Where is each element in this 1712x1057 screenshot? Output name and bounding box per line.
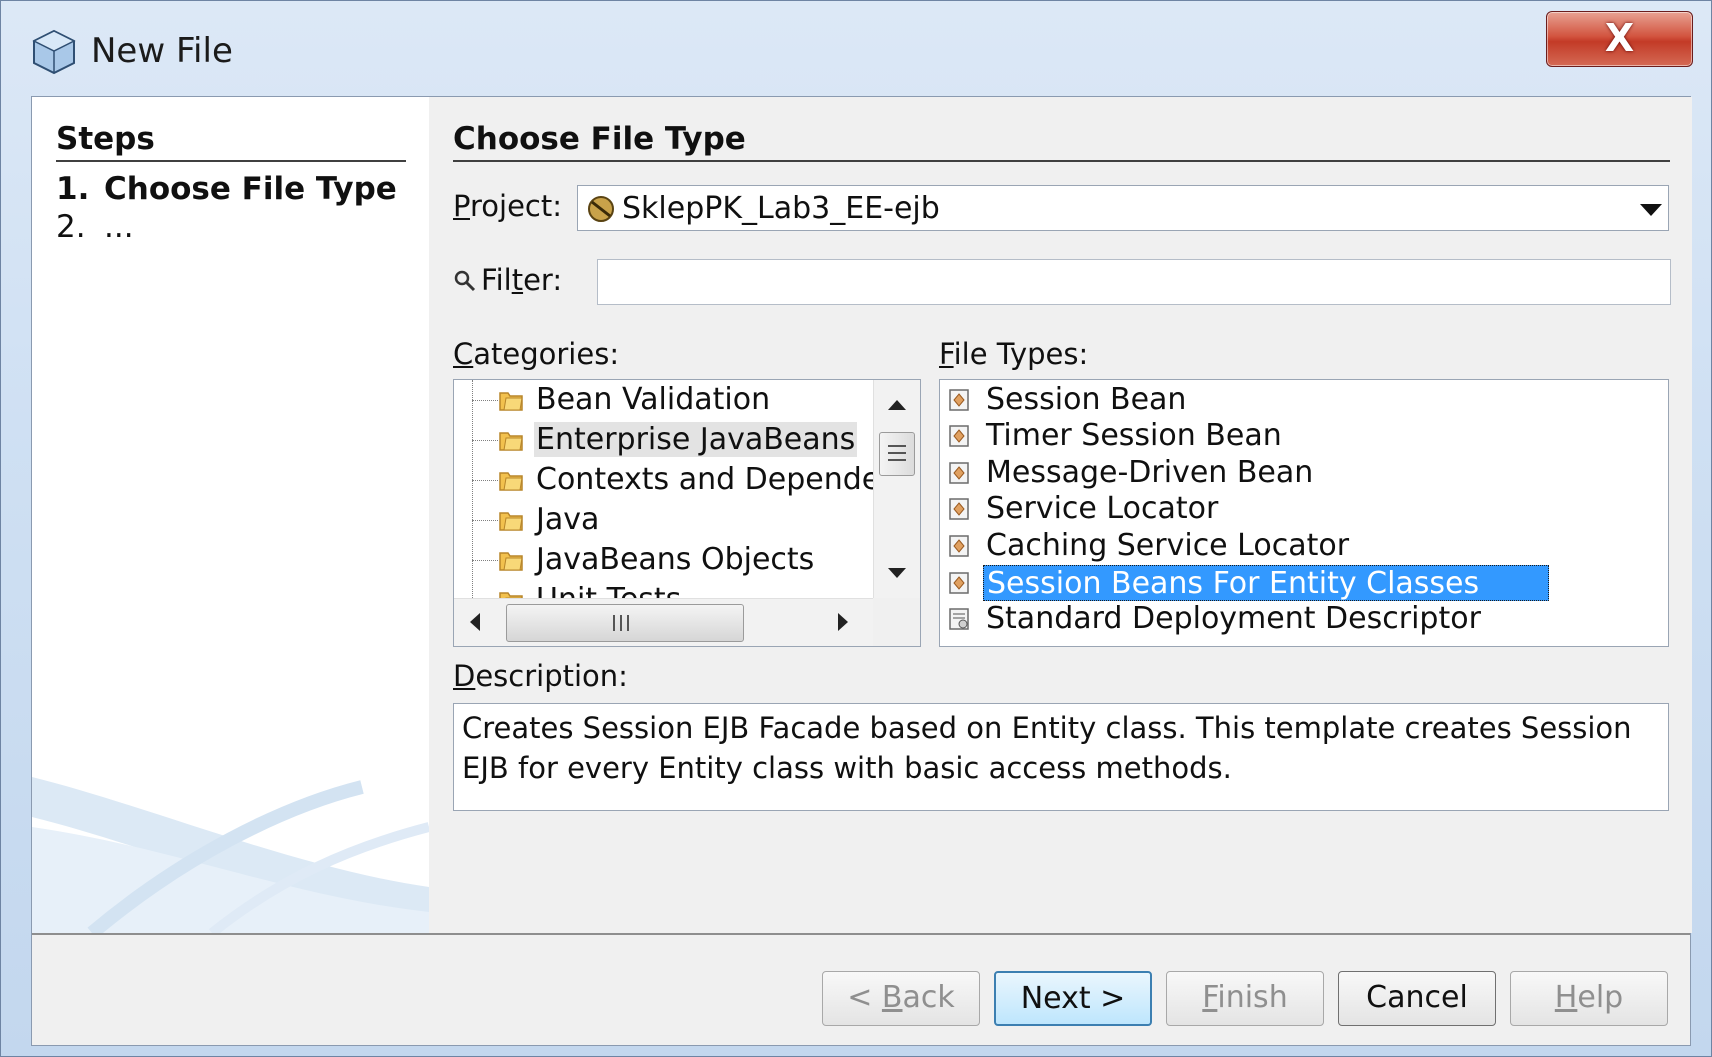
filter-label: Filter: (481, 263, 563, 297)
window-title: New File (91, 31, 233, 71)
folder-icon (499, 512, 523, 531)
step-2: 2.... (56, 209, 134, 245)
steps-panel: Steps 1. Choose File Type 2.... (32, 97, 429, 933)
file-type-label: Message-Driven Bean (986, 455, 1314, 490)
horizontal-scroll-thumb[interactable] (506, 604, 744, 642)
next-button[interactable]: Next > (994, 971, 1152, 1026)
bean-icon (949, 462, 969, 484)
content-panel: Choose File Type Project: SklepPK_Lab3_E… (429, 97, 1692, 933)
folder-icon (499, 472, 523, 491)
file-type-message-driven-bean[interactable]: Message-Driven Bean (940, 455, 1668, 491)
steps-title: Steps (56, 121, 155, 157)
description-text: Creates Session EJB Facade based on Enti… (453, 703, 1669, 811)
project-label: Project: (453, 189, 562, 223)
decorative-swoosh-graphic (32, 777, 429, 933)
tree-item-label: Enterprise JavaBeans (534, 422, 858, 457)
project-combobox[interactable]: SklepPK_Lab3_EE-ejb (577, 185, 1669, 231)
tree-item-label: Bean Validation (536, 382, 771, 417)
file-type-label: Timer Session Bean (986, 418, 1282, 453)
file-type-label: Standard Deployment Descriptor (986, 601, 1481, 636)
folder-icon (499, 552, 523, 571)
search-icon (454, 270, 476, 292)
tree-item-label: Java (536, 502, 600, 537)
categories-label: Categories: (453, 337, 620, 371)
finish-button[interactable]: Finish (1166, 971, 1324, 1026)
back-button[interactable]: < Back (822, 971, 980, 1026)
description-label: Description: (453, 659, 628, 693)
bean-icon (949, 498, 969, 520)
file-type-caching-service-locator[interactable]: Caching Service Locator (940, 528, 1668, 564)
netbeans-cube-icon (32, 29, 76, 75)
file-type-standard-deployment-descriptor[interactable]: Standard Deployment Descriptor (940, 601, 1668, 637)
categories-horizontal-scrollbar[interactable] (454, 598, 873, 646)
ejb-project-icon (588, 196, 614, 222)
tree-item-label: Contexts and Dependency (536, 462, 921, 497)
categories-tree[interactable]: Bean Validation Enterprise JavaBeans Con… (453, 379, 921, 647)
file-type-timer-session-bean[interactable]: Timer Session Bean (940, 418, 1668, 454)
vertical-scroll-thumb[interactable] (879, 432, 915, 476)
step-1: 1. Choose File Type (56, 171, 397, 207)
dialog-window: New File X Steps 1. Choose File Type 2...… (0, 0, 1712, 1057)
close-icon: X (1604, 16, 1635, 60)
bean-icon (949, 425, 969, 447)
tree-item-label: JavaBeans Objects (536, 542, 815, 577)
file-type-service-locator[interactable]: Service Locator (940, 491, 1668, 527)
file-type-label: Session Beans For Entity Classes (983, 565, 1549, 601)
scroll-left-arrow-icon[interactable] (468, 611, 482, 633)
close-button[interactable]: X (1546, 11, 1693, 67)
chevron-down-icon[interactable] (1640, 204, 1662, 216)
folder-icon (499, 432, 523, 451)
file-type-label: Service Locator (986, 491, 1219, 526)
step-label: ... (104, 209, 134, 245)
project-value: SklepPK_Lab3_EE-ejb (622, 191, 940, 226)
scroll-down-arrow-icon[interactable] (886, 566, 908, 580)
scroll-right-arrow-icon[interactable] (836, 611, 850, 633)
bean-icon (949, 535, 969, 557)
section-title: Choose File Type (453, 121, 746, 157)
steps-divider (56, 160, 406, 162)
step-number: 1. (56, 171, 90, 207)
step-number: 2. (56, 209, 86, 245)
categories-vertical-scrollbar[interactable] (873, 380, 920, 598)
bean-icon (949, 572, 969, 594)
step-label: Choose File Type (104, 171, 397, 207)
scroll-up-arrow-icon[interactable] (886, 398, 908, 412)
title-bar: New File X (1, 1, 1712, 96)
dialog-client-area: Steps 1. Choose File Type 2.... Choose Fi… (31, 96, 1692, 1046)
section-divider (453, 160, 1670, 162)
cancel-button[interactable]: Cancel (1338, 971, 1496, 1026)
button-bar-divider (32, 933, 1690, 935)
file-type-session-bean[interactable]: Session Bean (940, 382, 1668, 418)
file-type-session-beans-for-entity-classes[interactable]: Session Beans For Entity Classes (940, 565, 1668, 601)
bean-icon (949, 389, 969, 411)
folder-icon (499, 392, 523, 411)
help-button[interactable]: Help (1510, 971, 1668, 1026)
scrollbar-corner (873, 598, 920, 646)
file-types-label: File Types: (939, 337, 1089, 371)
file-type-label: Session Bean (986, 382, 1187, 417)
file-types-list[interactable]: Session Bean Timer Session Bean Message-… (939, 379, 1669, 647)
file-type-label: Caching Service Locator (986, 528, 1350, 563)
descriptor-icon (949, 608, 969, 630)
filter-input[interactable] (597, 259, 1671, 305)
tree-guide-line (472, 380, 473, 610)
